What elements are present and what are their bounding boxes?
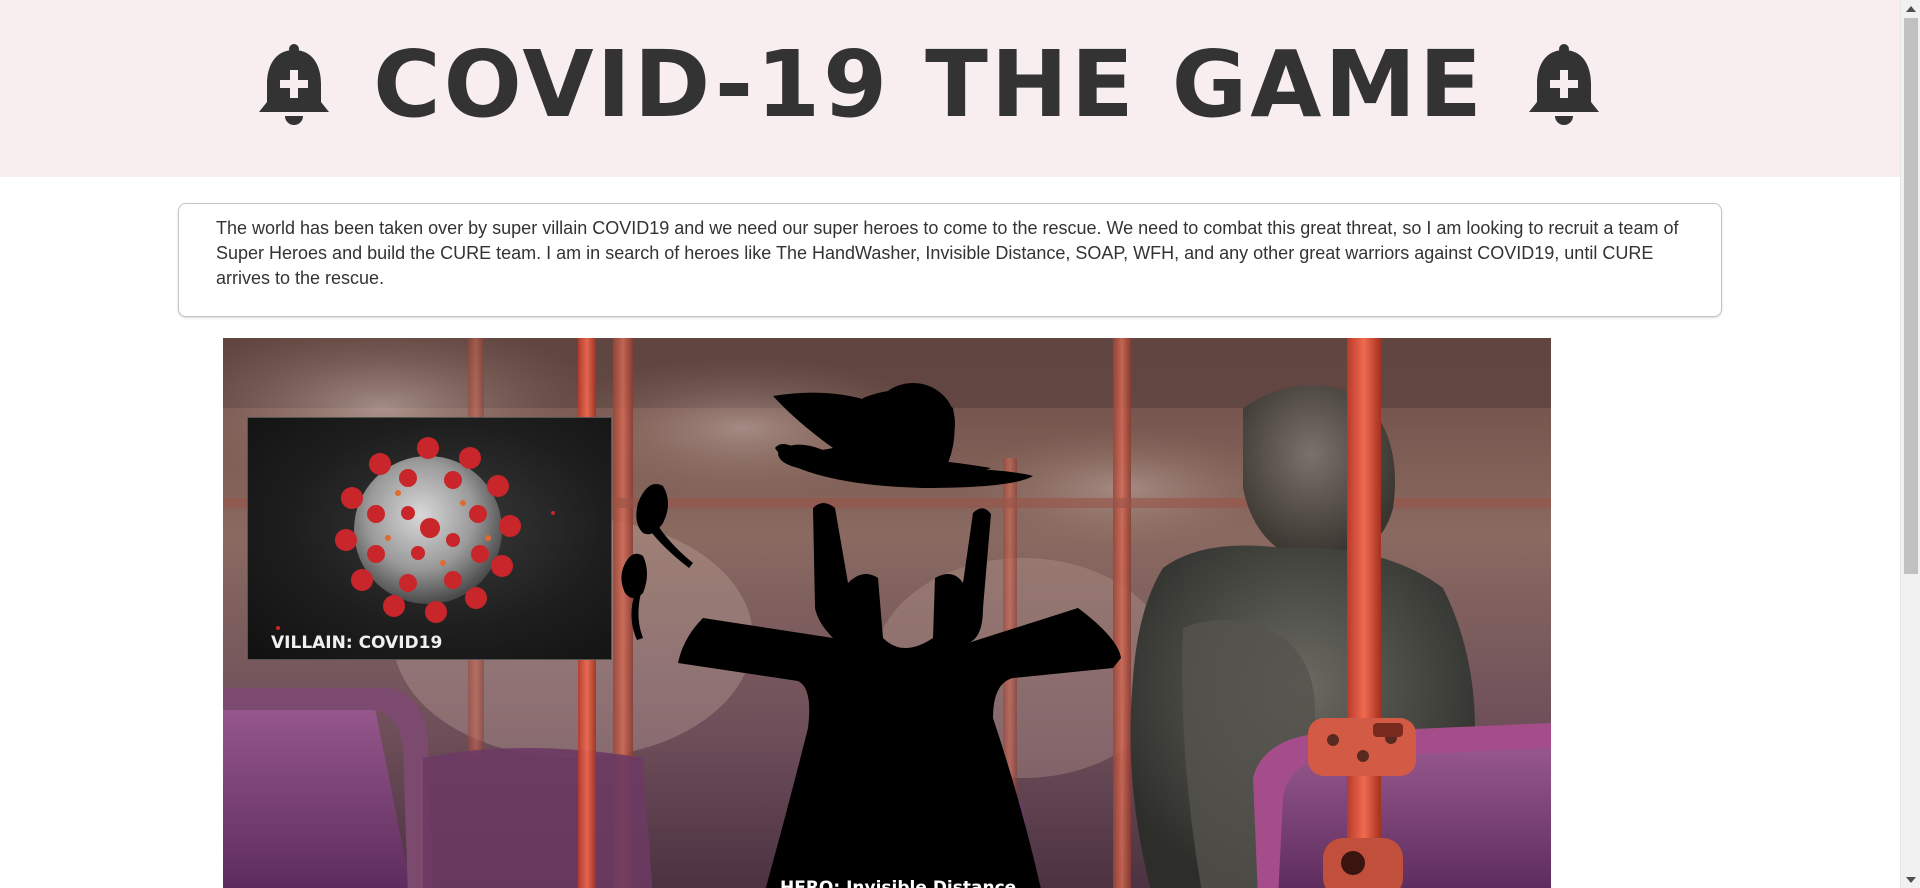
page-title: COVID-19 THE GAME [373, 30, 1485, 138]
scrollbar-thumb[interactable] [1904, 18, 1918, 574]
bell-plus-icon [1528, 43, 1599, 125]
page: COVID-19 THE GAME The world has been tak… [0, 0, 1920, 888]
scroll-up-arrow-icon[interactable] [1901, 0, 1920, 17]
villain-label: VILLAIN: COVID19 [271, 633, 443, 653]
game-scene[interactable]: VILLAIN: COVID19 HERO: Invisible Distanc… [223, 338, 1551, 888]
intro-card: The world has been taken over by super v… [178, 203, 1722, 317]
coronavirus-image [276, 437, 555, 630]
scroll-down-arrow-icon[interactable] [1901, 871, 1920, 888]
villain-card[interactable]: VILLAIN: COVID19 [247, 417, 612, 660]
vertical-scrollbar[interactable] [1900, 0, 1920, 888]
hero-label: HERO: Invisible Distance [780, 878, 1017, 888]
bell-plus-icon [259, 43, 330, 125]
page-header: COVID-19 THE GAME [0, 0, 1900, 177]
header-inner: COVID-19 THE GAME [257, 30, 1601, 138]
intro-text: The world has been taken over by super v… [216, 218, 1679, 288]
